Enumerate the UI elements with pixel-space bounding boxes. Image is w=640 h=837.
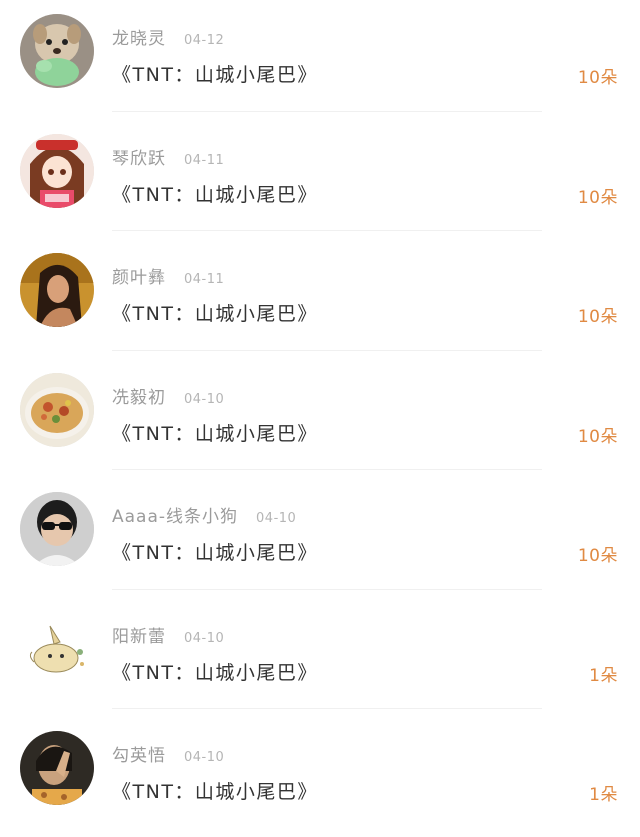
user-name[interactable]: 颜叶彝 — [112, 268, 166, 288]
gift-amount: 10朵 — [577, 68, 618, 88]
woman-portrait-avatar[interactable] — [20, 253, 94, 327]
user-name[interactable]: 琴欣跃 — [112, 149, 166, 169]
user-name[interactable]: 龙晓灵 — [112, 29, 166, 49]
user-line: Aaaa-线条小狗 04-10 — [112, 502, 296, 527]
gift-date: 04-10 — [184, 630, 225, 646]
user-name[interactable]: 冼毅初 — [112, 388, 166, 408]
gift-amount: 1朵 — [589, 665, 618, 686]
user-name[interactable]: 阳新蕾 — [112, 627, 166, 647]
gift-item-title: 《TNT：山城小尾巴》 — [112, 422, 318, 445]
user-line: 阳新蕾 04-10 — [112, 622, 224, 647]
gift-amount: 10朵 — [577, 426, 618, 447]
plush-dog-avatar[interactable] — [20, 14, 94, 88]
gift-item-title: 《TNT：山城小尾巴》 — [112, 303, 318, 325]
list-item[interactable]: 勾英悟 04-10 《TNT：山城小尾巴》 1朵 — [0, 717, 640, 837]
hand-portrait-avatar[interactable] — [20, 731, 94, 805]
divider — [112, 349, 542, 351]
gift-item-title: 《TNT：山城小尾巴》 — [112, 661, 318, 684]
list-item[interactable]: 阳新蕾 04-10 《TNT：山城小尾巴》 1朵 — [0, 598, 640, 718]
gift-amount: 10朵 — [577, 307, 618, 327]
divider — [112, 469, 542, 470]
gift-item-title: 《TNT：山城小尾巴》 — [112, 183, 318, 206]
gift-date: 04-12 — [184, 33, 225, 48]
user-line: 龙晓灵 04-12 — [112, 24, 224, 49]
user-line: 冼毅初 04-10 — [112, 383, 224, 408]
gift-amount: 10朵 — [577, 187, 618, 208]
gift-date: 04-10 — [184, 391, 225, 407]
user-name[interactable]: Aaaa-线条小狗 — [112, 507, 238, 527]
gift-item-title: 《TNT：山城小尾巴》 — [112, 781, 318, 803]
divider — [112, 110, 542, 112]
gift-date: 04-10 — [256, 511, 297, 526]
gift-amount: 10朵 — [577, 546, 618, 566]
list-item[interactable]: 琴欣跃 04-11 《TNT：山城小尾巴》 10朵 — [0, 120, 640, 240]
gift-record-list: 龙晓灵 04-12 《TNT：山城小尾巴》 10朵 琴欣跃 04-11 《TNT：山… — [0, 0, 640, 837]
noodles-avatar[interactable] — [20, 372, 94, 447]
divider — [112, 588, 542, 590]
user-name[interactable]: 勾英悟 — [112, 746, 166, 766]
divider — [112, 230, 542, 231]
gift-date: 04-11 — [184, 272, 225, 287]
gift-date: 04-11 — [184, 152, 225, 168]
gift-amount: 1朵 — [589, 785, 618, 805]
gift-date: 04-10 — [184, 750, 225, 765]
user-line: 勾英悟 04-10 — [112, 741, 224, 766]
sunglasses-person-avatar[interactable] — [20, 492, 94, 566]
list-item[interactable]: 颜叶彝 04-11 《TNT：山城小尾巴》 10朵 — [0, 239, 640, 359]
anime-girl-avatar[interactable] — [20, 133, 94, 208]
list-item[interactable]: Aaaa-线条小狗 04-10 《TNT：山城小尾巴》 10朵 — [0, 478, 640, 598]
divider — [112, 708, 542, 709]
cartoon-creature-avatar[interactable] — [20, 611, 94, 686]
list-item[interactable]: 龙晓灵 04-12 《TNT：山城小尾巴》 10朵 — [0, 0, 640, 120]
user-line: 颜叶彝 04-11 — [112, 263, 224, 288]
list-item[interactable]: 冼毅初 04-10 《TNT：山城小尾巴》 10朵 — [0, 359, 640, 479]
gift-item-title: 《TNT：山城小尾巴》 — [112, 542, 318, 564]
user-line: 琴欣跃 04-11 — [112, 144, 224, 169]
gift-item-title: 《TNT：山城小尾巴》 — [112, 64, 318, 86]
